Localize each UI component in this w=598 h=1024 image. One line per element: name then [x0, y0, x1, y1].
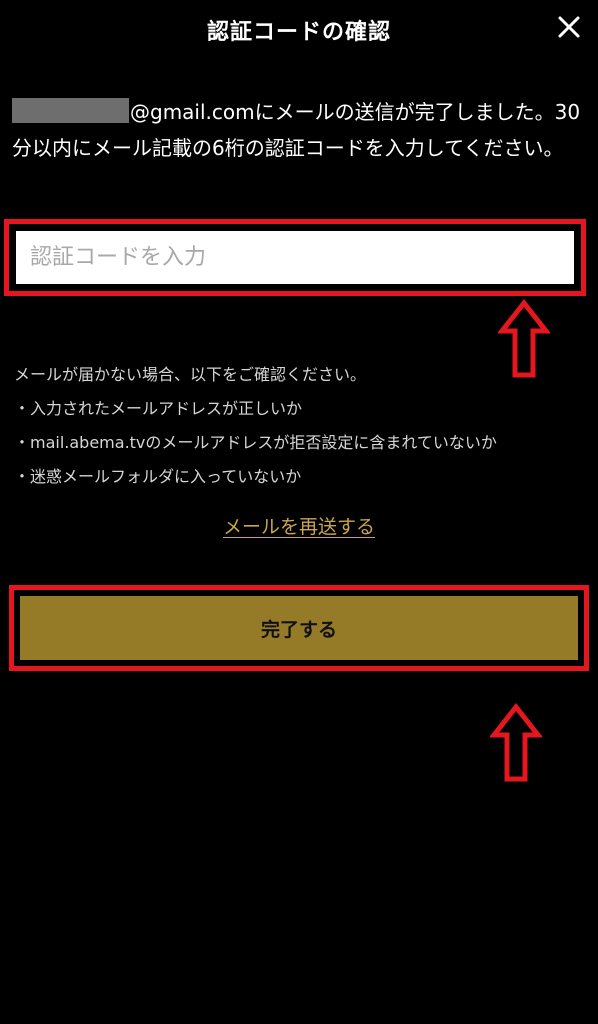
header: 認証コードの確認	[0, 0, 598, 60]
help-item: ・mail.abema.tvのメールアドレスが拒否設定に含まれていないか	[14, 433, 497, 452]
help-list: ・入力されたメールアドレスが正しいか ・mail.abema.tvのメールアドレ…	[14, 396, 497, 498]
help-heading: メールが届かない場合、以下をご確認ください。	[14, 365, 367, 384]
help-item: ・迷惑メールフォルダに入っていないか	[14, 467, 302, 486]
page-title: 認証コードの確認	[206, 20, 391, 45]
email-domain: @gmail.com	[130, 100, 255, 124]
sent-message: @gmail.comにメールの送信が完了しました。30分以内にメール記載の6桁の…	[12, 94, 584, 166]
complete-button[interactable]: 完了する	[20, 596, 578, 660]
close-icon[interactable]	[554, 12, 584, 42]
redacted-email-user	[12, 98, 129, 123]
up-arrow-icon	[498, 299, 550, 379]
button-highlight-frame: 完了する	[9, 585, 589, 671]
resend-email-link[interactable]: メールを再送する	[0, 512, 598, 539]
help-item: ・入力されたメールアドレスが正しいか	[14, 399, 303, 418]
verification-code-input[interactable]	[16, 231, 574, 284]
input-highlight-frame	[4, 219, 586, 296]
close-button[interactable]	[554, 12, 584, 42]
up-arrow-icon	[490, 703, 542, 783]
